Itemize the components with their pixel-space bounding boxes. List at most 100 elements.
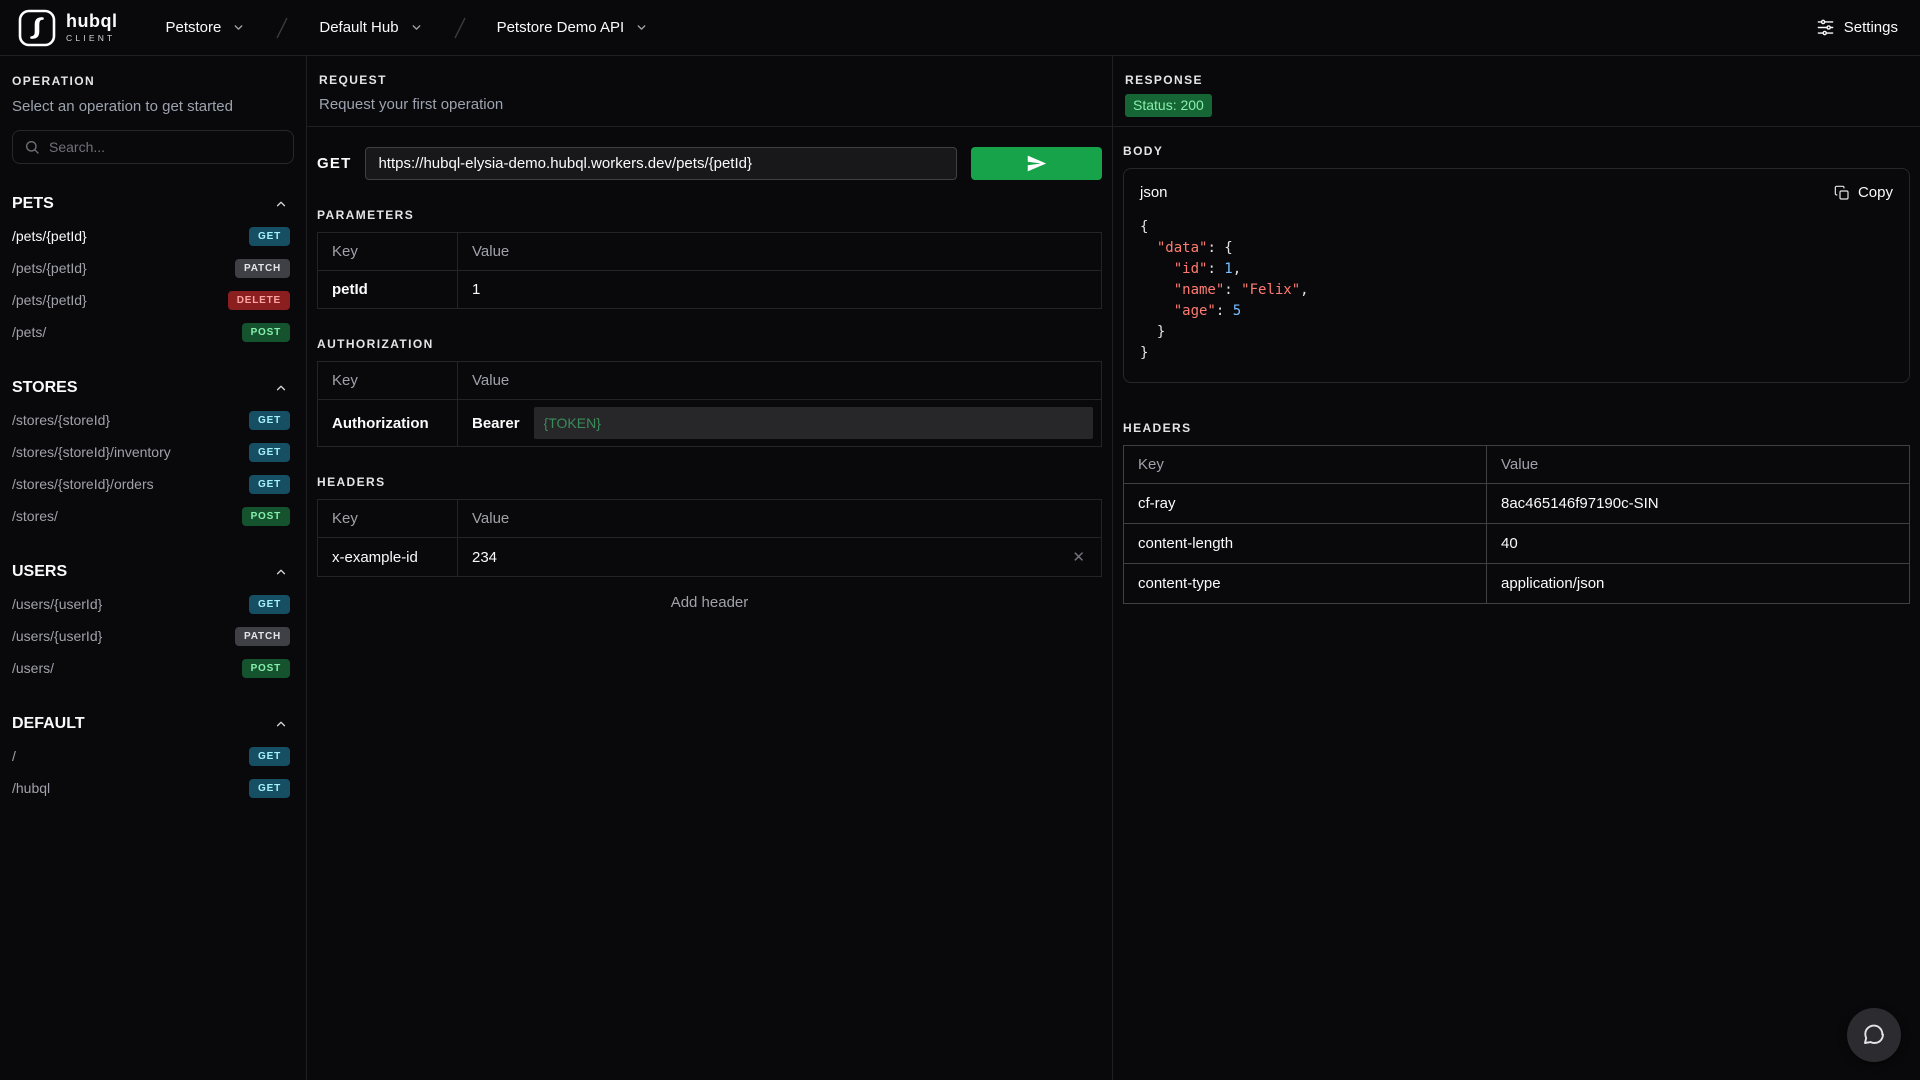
sidebar-operation[interactable]: /stores/{storeId}/inventoryGET (12, 436, 294, 468)
sidebar-group-users: USERS/users/{userId} GET/users/{userId} PA… (12, 556, 294, 684)
sidebar-operation[interactable]: /pets/{petId} GET (12, 220, 294, 252)
column-header-value: Value (458, 500, 1102, 538)
sidebar-operation[interactable]: /users/POST (12, 652, 294, 684)
sidebar-group-default: DEFAULT/GET/hubqlGET (12, 708, 294, 804)
status-badge: Status: 200 (1125, 94, 1212, 117)
column-header-key: Key (318, 362, 458, 400)
search-box[interactable] (12, 130, 294, 164)
group-header[interactable]: USERS (12, 556, 294, 588)
operation-path: /users/{userId} (12, 628, 102, 644)
auth-key-cell[interactable]: Authorization (318, 400, 458, 447)
url-row: GET (317, 147, 1102, 180)
request-panel-header: REQUEST Request your first operation (307, 56, 1112, 127)
group-header[interactable]: DEFAULT (12, 708, 294, 740)
method-badge: GET (249, 227, 290, 246)
operation-path: /pets/{petId} (12, 228, 87, 244)
operation-path: /pets/{petId} (12, 292, 87, 308)
breadcrumb-api[interactable]: Petstore Demo API (489, 13, 657, 42)
parameters-table: Key Value petId1 (317, 232, 1102, 309)
send-button[interactable] (971, 147, 1102, 180)
authorization-title: AUTHORIZATION (317, 337, 1102, 351)
column-header-value: Value (1487, 446, 1910, 484)
parameter-key-cell[interactable]: petId (318, 271, 458, 309)
method-badge: GET (249, 595, 290, 614)
operation-path: /stores/{storeId}/orders (12, 476, 154, 492)
sidebar-operation[interactable]: /pets/{petId}PATCH (12, 252, 294, 284)
response-panel-header: RESPONSE Status: 200 (1113, 56, 1920, 127)
authorization-table: Key Value Authorization Bearer (317, 361, 1102, 447)
authorization-row: Authorization Bearer (318, 400, 1102, 447)
method-badge: DELETE (228, 291, 290, 310)
operation-path: /stores/{storeId} (12, 412, 110, 428)
request-headers-table: Key Value x-example-id234✕ (317, 499, 1102, 577)
method-badge: POST (242, 659, 290, 678)
response-header-value: 40 (1487, 524, 1910, 564)
group-title: PETS (12, 195, 54, 213)
url-input[interactable] (365, 147, 957, 180)
header-key-cell[interactable]: x-example-id (318, 538, 458, 577)
sidebar-operation[interactable]: /users/{userId} PATCH (12, 620, 294, 652)
method-badge: POST (242, 507, 290, 526)
sidebar-title: OPERATION (12, 74, 294, 88)
token-input[interactable] (534, 407, 1093, 439)
settings-label: Settings (1844, 19, 1898, 36)
sidebar-operation[interactable]: /pets/{petId} DELETE (12, 284, 294, 316)
sidebar-operation[interactable]: /stores/{storeId} GET (12, 404, 294, 436)
column-header-value: Value (458, 362, 1102, 400)
send-icon (1026, 153, 1047, 174)
response-header-key: cf-ray (1124, 484, 1487, 524)
request-title: REQUEST (319, 73, 1100, 87)
group-header[interactable]: STORES (12, 372, 294, 404)
operation-path: /users/ (12, 660, 54, 676)
breadcrumb-separator (273, 15, 291, 41)
bearer-prefix: Bearer (472, 415, 520, 432)
breadcrumb-label: Petstore Demo API (497, 19, 625, 36)
header-value-cell[interactable]: 234✕ (458, 538, 1102, 577)
method-badge: GET (249, 475, 290, 494)
chat-bubble-icon (1862, 1023, 1886, 1047)
copy-button[interactable]: Copy (1834, 184, 1893, 201)
response-header-key: content-type (1124, 564, 1487, 604)
response-header-value: 8ac465146f97190c-SIN (1487, 484, 1910, 524)
sidebar-operation[interactable]: /stores/{storeId}/orders GET (12, 468, 294, 500)
add-header-button[interactable]: Add header (317, 594, 1102, 611)
method-badge: GET (249, 747, 290, 766)
chevron-down-icon (635, 21, 648, 34)
group-title: USERS (12, 563, 67, 581)
group-title: DEFAULT (12, 715, 85, 733)
response-headers-table: Key Value cf-ray8ac465146f97190c-SINcont… (1123, 445, 1910, 604)
json-code: { "data": { "id": 1, "name": "Felix", "a… (1124, 201, 1909, 382)
auth-value-cell: Bearer (458, 400, 1102, 447)
request-subtitle: Request your first operation (319, 96, 1100, 113)
sidebar-subtitle: Select an operation to get started (12, 98, 294, 115)
sidebar-operation[interactable]: /GET (12, 740, 294, 772)
operation-path: /pets/ (12, 324, 46, 340)
response-header-row: cf-ray8ac465146f97190c-SIN (1124, 484, 1910, 524)
logo-title: hubql (66, 12, 117, 30)
method-badge: PATCH (235, 627, 290, 646)
settings-button[interactable]: Settings (1812, 12, 1902, 43)
copy-icon (1834, 185, 1850, 201)
sidebar-operation[interactable]: /pets/POST (12, 316, 294, 348)
sidebar-operation[interactable]: /hubqlGET (12, 772, 294, 804)
chevron-up-icon (274, 717, 288, 731)
breadcrumb-hub[interactable]: Default Hub (311, 13, 430, 42)
sidebar-operation[interactable]: /stores/POST (12, 500, 294, 532)
sidebar-operation[interactable]: /users/{userId} GET (12, 588, 294, 620)
group-header[interactable]: PETS (12, 188, 294, 220)
remove-header-icon[interactable]: ✕ (1070, 548, 1087, 566)
operations-sidebar: OPERATION Select an operation to get sta… (0, 56, 307, 1080)
column-header-key: Key (318, 233, 458, 271)
header-row: x-example-id234✕ (318, 538, 1102, 577)
response-headers-title: HEADERS (1123, 421, 1910, 435)
request-method: GET (317, 155, 351, 172)
topbar: hubql CLIENT Petstore Default Hub Petsto… (0, 0, 1920, 56)
breadcrumb-workspace[interactable]: Petstore (157, 13, 253, 42)
method-badge: GET (249, 411, 290, 430)
search-input[interactable] (49, 139, 282, 155)
parameter-value-cell[interactable]: 1 (458, 271, 1102, 309)
operation-path: /users/{userId} (12, 596, 102, 612)
chat-launcher-button[interactable] (1847, 1008, 1901, 1062)
chevron-up-icon (274, 197, 288, 211)
request-panel: REQUEST Request your first operation GET… (307, 56, 1113, 1080)
